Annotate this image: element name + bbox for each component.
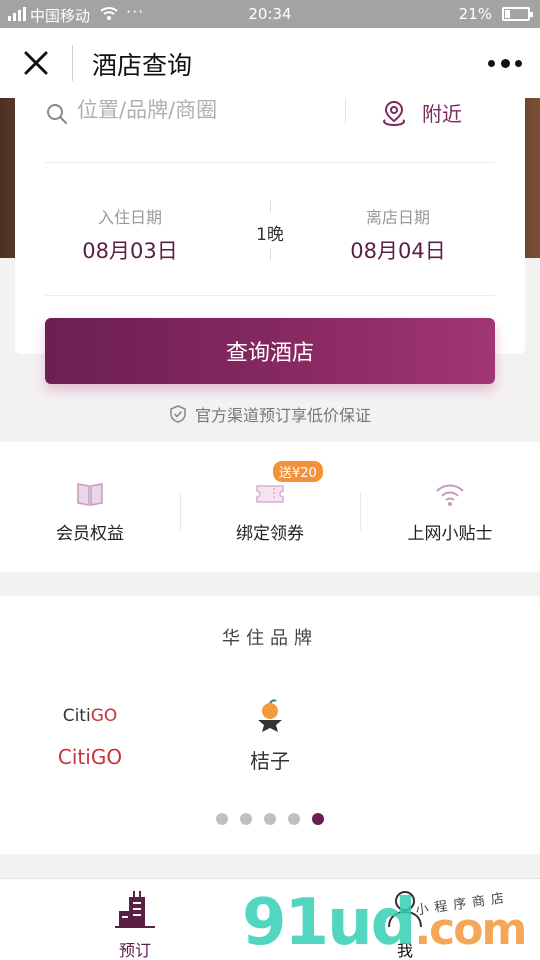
brands-section: 华住品牌 CitiGO CitiGO 桔子 (0, 596, 540, 854)
search-card: 附近 入住日期 08月03日 1晚 离店日期 08月04日 (15, 98, 525, 354)
pager-dot[interactable] (240, 813, 252, 825)
more-options-icon[interactable] (488, 52, 522, 74)
checkout-label: 离店日期 (365, 208, 430, 227)
date-selector: 入住日期 08月03日 1晚 离店日期 08月04日 (45, 164, 495, 296)
brands-title: 华住品牌 (222, 628, 318, 649)
checkin-label: 入住日期 (97, 208, 162, 227)
nights-divider-bottom (270, 248, 271, 260)
orange-logo-icon (258, 699, 282, 732)
checkin-date[interactable]: 入住日期 08月03日 (60, 204, 200, 265)
brand-citigo[interactable]: CitiGO CitiGO (15, 694, 165, 769)
page-title: 酒店查询 (92, 51, 193, 80)
tab-booking-label: 预订 (118, 941, 151, 960)
shield-check-icon (170, 405, 186, 423)
ticket-icon (256, 485, 284, 503)
bind-coupon-label: 绑定领券 (236, 524, 304, 544)
location-pin-icon (383, 100, 405, 126)
wifi-icon (436, 484, 464, 506)
bind-coupon-button[interactable]: 送¥20 绑定领券 (180, 442, 360, 572)
nearby-label: 附近 (422, 102, 462, 126)
nav-bar: 酒店查询 (0, 28, 540, 98)
pager-dot[interactable] (264, 813, 276, 825)
member-benefits-button[interactable]: 会员权益 (0, 442, 180, 572)
nights-count: 1晚 (256, 225, 284, 245)
nearby-button[interactable]: 附近 (380, 98, 462, 127)
close-icon[interactable] (18, 45, 54, 81)
brand-name: 桔子 (250, 749, 290, 773)
feature-shortcuts: 会员权益 送¥20 绑定领券 上网小贴士 (0, 442, 540, 572)
search-hotel-button[interactable]: 查询酒店 (45, 318, 495, 384)
nights-divider-top (270, 200, 271, 212)
nav-divider (72, 45, 73, 81)
citigo-logo: CitiGO (62, 706, 118, 726)
guarantee-text: 官方渠道预订享低价保证 (194, 406, 371, 425)
price-guarantee: 官方渠道预订享低价保证 (0, 402, 540, 426)
wifi-tips-label: 上网小贴士 (407, 524, 493, 544)
search-icon (47, 104, 67, 124)
status-bar: 中国移动 ··· 20:34 21% (0, 0, 540, 28)
checkout-value: 08月04日 (350, 239, 446, 263)
wifi-tips-button[interactable]: 上网小贴士 (360, 442, 540, 572)
brand-name: CitiGO (57, 745, 123, 769)
pager-dot[interactable] (216, 813, 228, 825)
pager-dot[interactable] (288, 813, 300, 825)
search-input[interactable] (77, 98, 337, 122)
checkin-value: 08月03日 (82, 239, 178, 263)
member-benefits-label: 会员权益 (56, 524, 124, 544)
battery-icon (502, 7, 533, 21)
battery-percent: 21% (458, 5, 492, 23)
pager-dot-active[interactable] (312, 813, 324, 825)
watermark-main: 91ud (242, 886, 416, 960)
search-row: 附近 (45, 98, 495, 163)
coupon-badge: 送¥20 (273, 461, 323, 482)
checkout-date[interactable]: 离店日期 08月04日 (328, 204, 468, 265)
search-divider (345, 98, 346, 124)
brands-pager (0, 813, 540, 825)
brand-juzi[interactable]: 桔子 (195, 694, 345, 774)
hotel-building-icon (115, 891, 155, 928)
tab-booking[interactable]: 预订 (75, 887, 195, 960)
book-icon (77, 483, 103, 506)
